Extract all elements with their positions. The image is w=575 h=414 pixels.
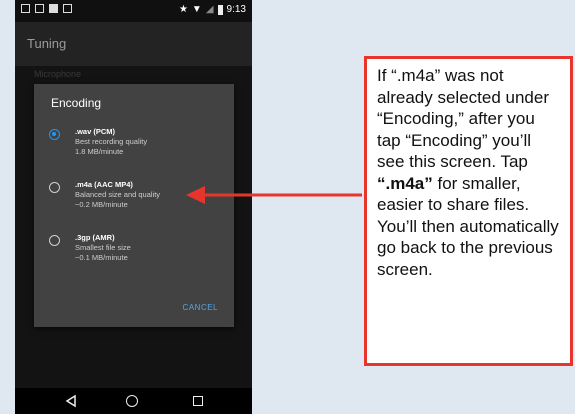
option-desc: Balanced size and quality	[75, 190, 161, 199]
dialog-title: Encoding	[51, 96, 102, 110]
star-icon: ★	[178, 4, 188, 15]
phone-screen: ★ ▼ ◢ 9:13 Tuning Microphone Encoding .w…	[15, 0, 252, 414]
option-name: .3gp (AMR)	[75, 233, 115, 242]
cancel-button[interactable]: CANCEL	[183, 303, 218, 312]
battery-icon	[217, 5, 223, 15]
home-button[interactable]	[125, 394, 139, 408]
radio-3gp[interactable]	[49, 235, 60, 246]
status-bar: ★ ▼ ◢ 9:13	[15, 0, 252, 22]
instruction-callout: If “.m4a” was not already selected under…	[364, 56, 573, 366]
radio-m4a[interactable]	[49, 182, 60, 193]
app-bar: Tuning	[15, 22, 252, 66]
navigation-bar	[15, 388, 252, 414]
image-icon	[21, 4, 30, 13]
back-icon	[65, 394, 76, 408]
status-time: 9:13	[226, 4, 246, 15]
back-button[interactable]	[64, 394, 78, 408]
option-desc: Best recording quality	[75, 137, 148, 146]
signal-icon: ◢	[205, 4, 214, 15]
option-name: .wav (PCM)	[75, 127, 116, 136]
recent-apps-button[interactable]	[191, 394, 205, 408]
option-3gp[interactable]: .3gp (AMR) Smallest file size ~0.1 MB/mi…	[34, 233, 234, 277]
option-m4a[interactable]: .m4a (AAC MP4) Balanced size and quality…	[34, 180, 234, 224]
option-desc: Smallest file size	[75, 243, 131, 252]
check-box-icon	[63, 4, 72, 13]
callout-text-1: If “.m4a” was not already selected under…	[377, 66, 550, 171]
radio-wav-selected[interactable]	[49, 129, 60, 140]
option-name: .m4a (AAC MP4)	[75, 180, 133, 189]
option-size: ~0.1 MB/minute	[75, 253, 128, 262]
callout-bold: “.m4a”	[377, 173, 433, 193]
encoding-dialog: Encoding .wav (PCM) Best recording quali…	[34, 84, 234, 327]
option-wav[interactable]: .wav (PCM) Best recording quality 1.8 MB…	[34, 127, 234, 171]
share-icon	[49, 4, 58, 13]
page-title: Tuning	[27, 36, 67, 51]
message-icon	[35, 4, 44, 13]
wifi-icon: ▼	[191, 4, 202, 15]
option-size: ~0.2 MB/minute	[75, 200, 128, 209]
option-size: 1.8 MB/minute	[75, 147, 124, 156]
